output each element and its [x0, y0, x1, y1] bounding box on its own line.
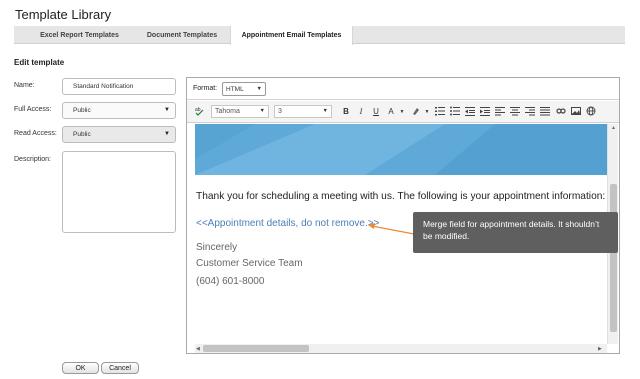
horizontal-scroll-thumb[interactable] [203, 345, 309, 352]
vertical-scroll-thumb[interactable] [610, 184, 617, 332]
outdent-icon[interactable] [465, 106, 475, 118]
name-label: Name: [14, 82, 35, 89]
highlight-icon[interactable] [411, 106, 421, 118]
read-access-label: Read Access: [14, 130, 57, 137]
intro-text: Thank you for scheduling a meeting with … [196, 191, 606, 202]
phone-text: (604) 601-8000 [196, 276, 265, 287]
chevron-down-icon: ▼ [322, 108, 328, 114]
globe-icon[interactable] [586, 106, 596, 118]
merge-field: <<Appointment details, do not remove.>> [196, 218, 380, 229]
link-icon[interactable] [556, 106, 566, 118]
closing-text: Sincerely [196, 242, 238, 253]
description-label: Description: [14, 156, 51, 163]
full-access-value: Public [73, 107, 91, 114]
bold-button[interactable]: B [341, 106, 351, 118]
format-label: Format: [193, 85, 218, 92]
underline-button[interactable]: U [371, 106, 381, 118]
image-icon[interactable] [571, 106, 581, 118]
align-left-icon[interactable] [495, 106, 505, 118]
tab-excel-report-templates[interactable]: Excel Report Templates [25, 26, 134, 44]
font-color-button[interactable]: A [386, 106, 396, 118]
section-title: Edit template [14, 58, 65, 67]
font-family-select[interactable]: Tahoma ▼ [211, 105, 269, 118]
align-justify-icon[interactable] [540, 106, 550, 118]
align-right-icon[interactable] [525, 106, 535, 118]
horizontal-scrollbar[interactable]: ◀ ▶ [195, 344, 607, 353]
numbered-list-icon[interactable] [435, 106, 445, 118]
read-access-value: Public [73, 131, 91, 138]
font-size-value: 3 [278, 108, 282, 115]
tab-document-templates[interactable]: Document Templates [134, 26, 230, 44]
annotation-callout: Merge field for appointment details. It … [413, 212, 618, 253]
font-family-value: Tahoma [215, 108, 240, 115]
editor-toolbar: ab Tahoma ▼ 3 ▼ B I U A ▼ ▼ [187, 101, 619, 123]
tab-bar: Excel Report Templates Document Template… [14, 26, 625, 45]
scroll-up-icon[interactable]: ▲ [611, 125, 616, 131]
spellcheck-icon[interactable]: ab [195, 106, 205, 118]
chevron-down-icon: ▼ [164, 107, 170, 113]
indent-icon[interactable] [480, 106, 490, 118]
format-select[interactable]: HTML ▼ [222, 82, 266, 96]
full-access-label: Full Access: [14, 106, 52, 113]
scroll-right-icon[interactable]: ▶ [598, 346, 602, 352]
chevron-down-icon: ▼ [164, 131, 170, 137]
format-value: HTML [226, 85, 244, 93]
chevron-down-icon[interactable]: ▼ [397, 106, 407, 118]
format-row: Format: HTML ▼ [187, 78, 619, 100]
description-textarea[interactable] [62, 151, 176, 233]
chevron-down-icon: ▼ [256, 86, 262, 92]
align-center-icon[interactable] [510, 106, 520, 118]
name-input[interactable]: Standard Notification [62, 78, 176, 95]
chevron-down-icon: ▼ [259, 108, 265, 114]
italic-button[interactable]: I [356, 106, 366, 118]
ok-button[interactable]: OK [62, 362, 99, 374]
svg-text:ab: ab [195, 107, 201, 113]
page-title: Template Library [15, 7, 112, 22]
team-text: Customer Service Team [196, 258, 303, 269]
chevron-down-icon[interactable]: ▼ [422, 106, 432, 118]
tab-appointment-email-templates[interactable]: Appointment Email Templates [230, 26, 353, 45]
annotation-arrow [368, 223, 415, 235]
full-access-select[interactable]: Public ▼ [62, 102, 176, 119]
header-banner-image [195, 124, 607, 175]
cancel-button[interactable]: Cancel [101, 362, 139, 374]
scroll-left-icon[interactable]: ◀ [196, 346, 200, 352]
name-input-value: Standard Notification [73, 83, 134, 90]
font-size-select[interactable]: 3 ▼ [274, 105, 332, 118]
bullet-list-icon[interactable] [450, 106, 460, 118]
read-access-select[interactable]: Public ▼ [62, 126, 176, 143]
